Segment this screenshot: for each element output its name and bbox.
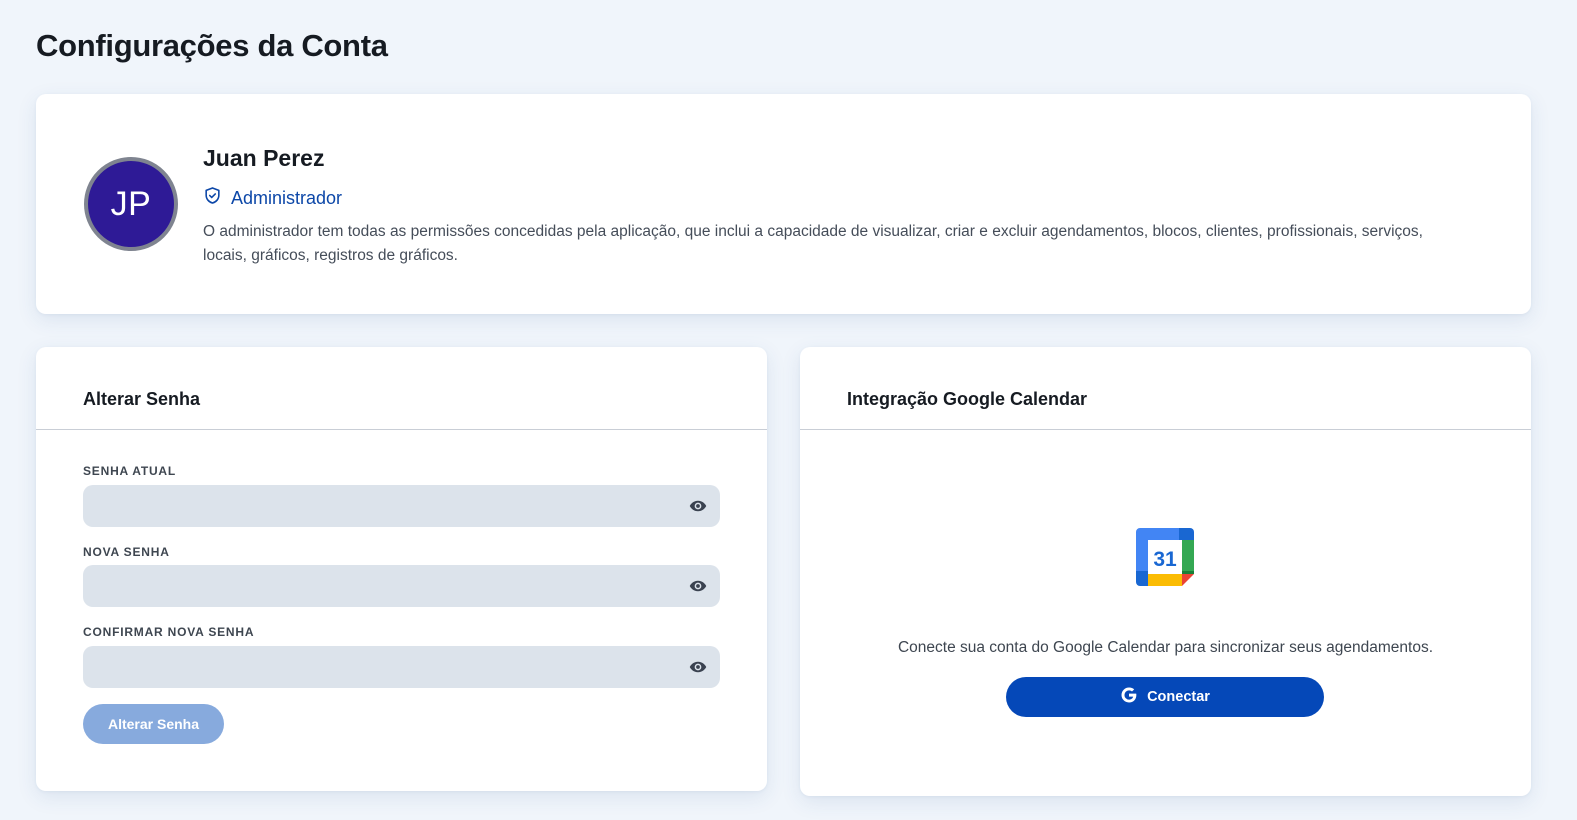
change-password-button[interactable]: Alterar Senha — [83, 704, 224, 744]
connect-button-label: Conectar — [1147, 689, 1210, 705]
profile-name: Juan Perez — [203, 145, 325, 171]
google-calendar-description: Conecte sua conta do Google Calendar par… — [897, 639, 1434, 656]
connect-google-button[interactable]: Conectar — [1006, 677, 1324, 717]
shield-check-icon — [203, 186, 222, 210]
avatar-initials: JP — [110, 184, 152, 223]
confirm-password-input[interactable] — [83, 646, 720, 688]
google-calendar-day: 31 — [1153, 548, 1177, 571]
new-password-label: NOVA SENHA — [83, 545, 170, 559]
google-icon — [1120, 686, 1138, 708]
change-password-title: Alterar Senha — [36, 347, 767, 430]
google-calendar-card: Integração Google Calendar 31 Conecte su… — [800, 347, 1531, 796]
avatar: JP — [84, 157, 178, 251]
google-calendar-title: Integração Google Calendar — [800, 347, 1531, 430]
role-badge: Administrador — [203, 186, 342, 210]
profile-card: JP Juan Perez Administrador O administra… — [36, 94, 1531, 314]
eye-icon[interactable] — [687, 656, 709, 678]
google-calendar-icon: 31 — [1136, 528, 1194, 586]
role-description: O administrador tem todas as permissões … — [203, 223, 1423, 264]
eye-icon[interactable] — [687, 575, 709, 597]
confirm-password-label: CONFIRMAR NOVA SENHA — [83, 625, 255, 639]
current-password-input[interactable] — [83, 485, 720, 527]
new-password-input[interactable] — [83, 565, 720, 607]
current-password-label: SENHA ATUAL — [83, 464, 177, 478]
role-label: Administrador — [231, 187, 343, 208]
eye-icon[interactable] — [687, 495, 709, 517]
change-password-card: Alterar Senha SENHA ATUAL NOVA SENHA CON… — [36, 347, 767, 791]
page-title: Configurações da Conta — [36, 28, 388, 63]
